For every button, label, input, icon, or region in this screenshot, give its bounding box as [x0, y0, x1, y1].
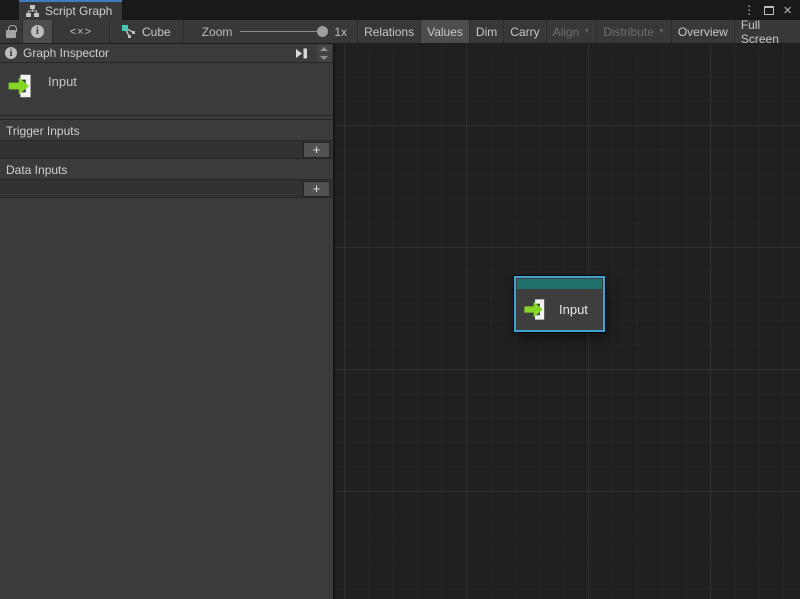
zoom-slider[interactable] [240, 31, 326, 32]
input-node-title: Input [559, 302, 588, 317]
code-preview-button[interactable]: <×> [53, 20, 110, 43]
zoom-slider-handle[interactable] [317, 26, 328, 37]
toolbar-button-dim[interactable]: Dim [469, 20, 503, 43]
input-node[interactable]: Input [514, 276, 605, 332]
section-trigger-inputs-label: Trigger Inputs [0, 120, 333, 140]
input-node-body: Input [516, 289, 603, 323]
graph-inspector-panel: i Graph Inspector [0, 44, 335, 599]
code-icon: <×> [70, 26, 92, 38]
script-graph-window: Script Graph ⋮ × i <×> [0, 0, 800, 599]
close-icon[interactable]: × [783, 3, 792, 18]
tab-label: Script Graph [45, 4, 112, 18]
chevron-down-icon: ▼ [658, 28, 665, 35]
zoom-label: Zoom [202, 25, 233, 39]
distribute-label: Distribute [603, 25, 654, 39]
trigger-inputs-list: + [0, 140, 333, 159]
toolbar-button-overview[interactable]: Overview [671, 20, 734, 43]
zoom-control: Zoom 1x [184, 20, 357, 43]
maximize-icon[interactable] [764, 6, 774, 15]
graph-breadcrumb-button[interactable]: Cube [110, 20, 184, 43]
lock-button[interactable] [0, 20, 23, 43]
data-inputs-list: + [0, 179, 333, 198]
graph-node-icon [122, 25, 135, 38]
lock-icon [6, 30, 16, 38]
panel-stepper [317, 45, 331, 62]
graph-name-label: Cube [142, 25, 171, 39]
section-data-inputs-label: Data Inputs [0, 159, 333, 179]
toolbar-button-carry[interactable]: Carry [503, 20, 545, 43]
stepper-up-button[interactable] [317, 45, 331, 53]
add-data-input-button[interactable]: + [303, 181, 330, 197]
input-unit-icon [523, 296, 550, 323]
node-preview-title: Input [48, 74, 77, 89]
toolbar-button-values[interactable]: Values [420, 20, 469, 43]
tab-bar: Script Graph ⋮ × [0, 0, 800, 20]
main-area: i Graph Inspector [0, 44, 800, 599]
graph-inspector-title: Graph Inspector [23, 46, 109, 60]
chevron-down-icon: ▼ [583, 28, 590, 35]
script-graph-icon [26, 5, 39, 18]
tab-script-graph[interactable]: Script Graph [19, 0, 122, 20]
info-icon: i [5, 47, 17, 59]
arrow-up-icon [320, 47, 328, 51]
graph-canvas[interactable]: Input [335, 44, 800, 599]
toolbar-toggle-group: Relations Values Dim Carry Align ▼ Distr… [357, 20, 800, 43]
toolbar-button-align[interactable]: Align ▼ [546, 20, 597, 43]
dock-panel-icon[interactable] [292, 46, 311, 61]
input-node-header[interactable] [517, 279, 602, 289]
arrow-down-icon [320, 56, 328, 60]
info-icon: i [31, 25, 44, 38]
inspector-toggle-button[interactable]: i [23, 20, 53, 43]
zoom-value: 1x [334, 25, 347, 39]
graph-toolbar: i <×> Cube Zoom 1x Relations [0, 20, 800, 44]
align-label: Align [553, 25, 580, 39]
toolbar-button-relations[interactable]: Relations [357, 20, 420, 43]
input-unit-icon [7, 71, 37, 101]
add-trigger-input-button[interactable]: + [303, 142, 330, 158]
window-menu-icon[interactable]: ⋮ [743, 4, 755, 16]
toolbar-button-fullscreen[interactable]: Full Screen [734, 20, 800, 43]
graph-inspector-header: i Graph Inspector [0, 44, 333, 63]
node-preview: Input [0, 63, 333, 116]
stepper-down-button[interactable] [317, 54, 331, 62]
inspector-empty-area [0, 198, 333, 599]
toolbar-button-distribute[interactable]: Distribute ▼ [596, 20, 671, 43]
